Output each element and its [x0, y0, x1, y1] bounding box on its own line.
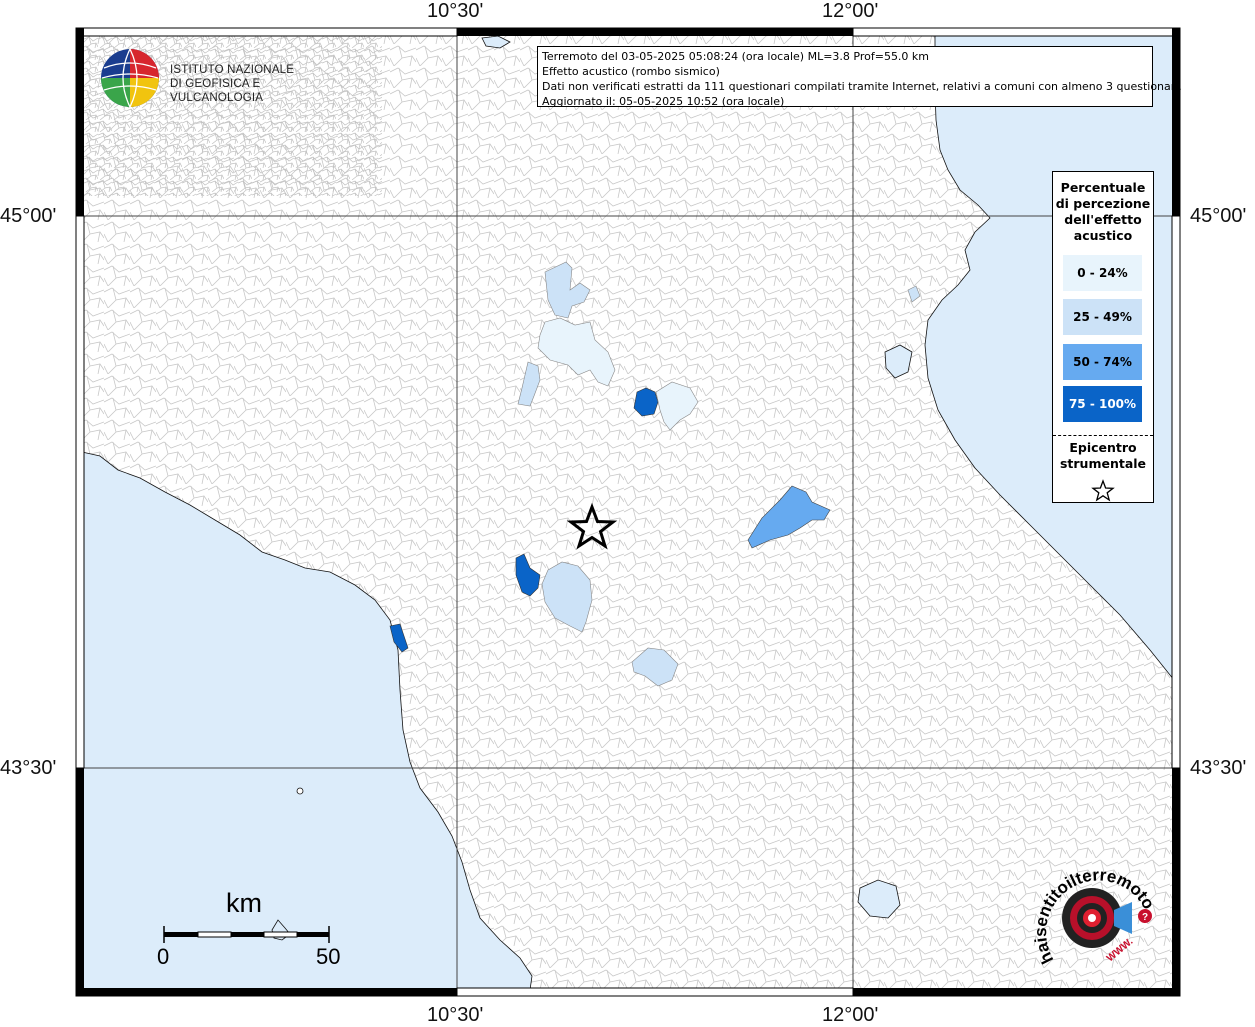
event-info-line: Aggiornato il: 05-05-2025 10:52 (ora loc…: [542, 95, 785, 108]
ingv-name-line1: ISTITUTO NAZIONALE: [170, 64, 295, 76]
frame-bottom-seg2: [456, 987, 854, 997]
star-outline-icon: [1091, 479, 1115, 502]
ingv-logo: ISTITUTO NAZIONALE DI GEOFISICA E VULCAN…: [100, 48, 320, 110]
legend-title-line: dell'effetto: [1064, 212, 1142, 227]
frame-right-seg2: [1171, 215, 1181, 769]
legend-separator: [1053, 435, 1153, 436]
legend-item-25-49: 25 - 49%: [1063, 299, 1142, 335]
legend-title-line: Percentuale: [1060, 180, 1146, 195]
frame-bottom-seg1: [76, 988, 457, 996]
frame-left-seg2: [75, 215, 85, 769]
legend-epicenter-line: strumentale: [1059, 456, 1147, 471]
event-info-line: Terremoto del 03-05-2025 05:08:24 (ora l…: [542, 50, 930, 63]
scale-bar-end: 50: [316, 944, 341, 969]
lat-tick-left-2: 43°30': [0, 757, 57, 779]
legend-item-0-24: 0 - 24%: [1063, 255, 1142, 291]
frame-right-seg1: [1172, 28, 1180, 216]
lon-tick-top-1: 10°30': [427, 0, 484, 22]
scale-bar-start: 0: [157, 944, 170, 969]
scale-bar-unit: km: [226, 888, 262, 918]
lon-tick-top-2: 12°00': [822, 0, 879, 22]
frame-top-seg3: [852, 27, 1181, 37]
event-info-line: Dati non verificati estratti da 111 ques…: [542, 80, 1182, 93]
ingv-globe-icon: [101, 48, 159, 108]
legend-item-50-74: 50 - 74%: [1063, 344, 1142, 380]
islet: [296, 787, 304, 795]
legend-epicenter-label: Epicentro strumentale: [1053, 440, 1153, 472]
legend-title-line: acustico: [1073, 228, 1133, 243]
legend-title: Percentuale di percezione dell'effetto a…: [1053, 180, 1153, 244]
legend: Percentuale di percezione dell'effetto a…: [1052, 171, 1154, 503]
haisentito-logo[interactable]: haisentitoilterremoto.it ? WWW.: [1029, 835, 1162, 980]
frame-bottom-seg3: [853, 988, 1180, 996]
ingv-name-line2: DI GEOFISICA E VULCANOLOGIA: [170, 78, 264, 104]
haisentito-qmark: ?: [1142, 912, 1148, 923]
legend-item-75-100: 75 - 100%: [1063, 386, 1142, 422]
lat-tick-left-1: 45°00': [0, 205, 57, 227]
event-info-line: Effetto acustico (rombo sismico): [542, 65, 720, 78]
frame-top-seg1: [75, 27, 458, 37]
event-info-box: Terremoto del 03-05-2025 05:08:24 (ora l…: [537, 46, 1182, 108]
frame-right-seg3: [1172, 768, 1180, 996]
lat-tick-right-1: 45°00': [1190, 205, 1247, 227]
legend-epicenter-line: Epicentro: [1069, 440, 1137, 455]
municipality-75-100: [633, 387, 659, 417]
frame-left-seg3: [76, 768, 84, 996]
legend-title-line: di percezione: [1055, 196, 1151, 211]
frame-left-seg1: [76, 28, 84, 216]
haisentito-logo-icon: haisentitoilterremoto.it ? WWW.: [1029, 835, 1158, 967]
lat-tick-right-2: 43°30': [1190, 757, 1247, 779]
frame-top-seg2: [457, 28, 853, 36]
